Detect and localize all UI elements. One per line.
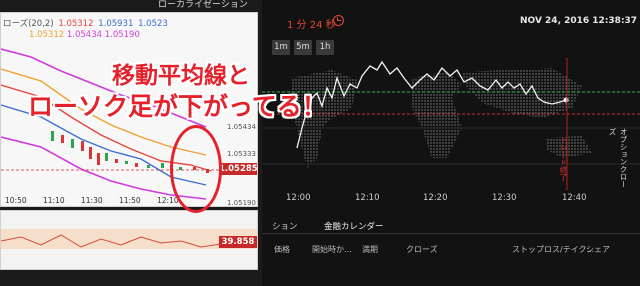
candle: [161, 163, 164, 168]
x-tick: 12:30: [492, 193, 517, 203]
y-tick: 1.05190: [227, 199, 256, 207]
column-close[interactable]: クローズ: [406, 244, 438, 255]
continent-australia: [547, 136, 592, 158]
countdown-timer: 1 分 24 秒: [287, 20, 336, 31]
trade-chart[interactable]: トレード終了 オプションクローズ: [262, 58, 640, 190]
x-tick: 12:00: [286, 193, 311, 203]
column-stoploss-takeprofit[interactable]: ストップロス/テイク...: [512, 244, 594, 255]
timeframe-1m-button[interactable]: 1m: [272, 40, 290, 55]
candle: [135, 163, 138, 167]
continent-europe-africa: [412, 72, 462, 158]
current-price-dot: [563, 97, 569, 103]
chart-window: ローカライゼーション ローズ(20,2) 1.05312 1.05931 1.0…: [0, 0, 262, 286]
y-tick: 1.05333: [227, 150, 256, 158]
oscillator-value-tag: 39.858: [219, 236, 257, 248]
candle: [61, 135, 64, 143]
candle: [115, 159, 118, 163]
highlight-circle: [170, 125, 222, 213]
tab-economic-calendar[interactable]: 金融カレンダー: [324, 220, 384, 232]
x-tick: 12:10: [355, 193, 380, 203]
tab-positions[interactable]: ション: [272, 220, 298, 232]
column-price[interactable]: 価格: [274, 244, 290, 255]
x-tick: 11:50: [119, 196, 141, 205]
y-tick: 1.05434: [227, 123, 256, 131]
candle: [71, 139, 74, 148]
screen: ローカライゼーション ローズ(20,2) 1.05312 1.05931 1.0…: [0, 0, 640, 286]
bottom-tabs: ション 金融カレンダー: [262, 216, 640, 234]
current-price-tag: 1.05285: [219, 163, 258, 175]
candle: [51, 131, 54, 141]
annotation-line-1: 移動平均線と: [112, 63, 250, 89]
column-share[interactable]: シェア: [586, 244, 610, 255]
trade-end-label: トレード終了: [559, 136, 568, 181]
column-expiry[interactable]: 満期: [362, 244, 378, 255]
continent-asia: [462, 68, 582, 118]
x-tick: 10:50: [5, 196, 27, 205]
candle: [81, 141, 84, 151]
x-tick: 11:10: [43, 196, 65, 205]
option-close-label: オプションクローズ: [608, 128, 628, 188]
annotation-line-2: ローソク足が下がってる！: [28, 92, 327, 121]
x-tick: 11:30: [81, 196, 103, 205]
timeframe-5m-button[interactable]: 5m: [294, 40, 312, 55]
candle: [97, 153, 100, 165]
column-open-time[interactable]: 開始時か...: [312, 244, 352, 255]
candle: [89, 147, 92, 159]
positions-table-header: 価格 開始時か... 満期 クローズ ストップロス/テイク... シェア: [262, 244, 640, 260]
candle: [105, 153, 108, 161]
candle: [125, 161, 128, 164]
candle: [147, 165, 150, 168]
x-tick: 12:40: [562, 193, 587, 203]
window-title: ローカライゼーション: [158, 0, 248, 10]
clock-icon: [333, 15, 344, 26]
server-datetime: NOV 24, 2016 12:38:37: [520, 16, 638, 26]
world-map-chart: [262, 58, 640, 190]
x-tick: 12:20: [423, 193, 448, 203]
timeframe-1h-button[interactable]: 1h: [316, 40, 334, 55]
